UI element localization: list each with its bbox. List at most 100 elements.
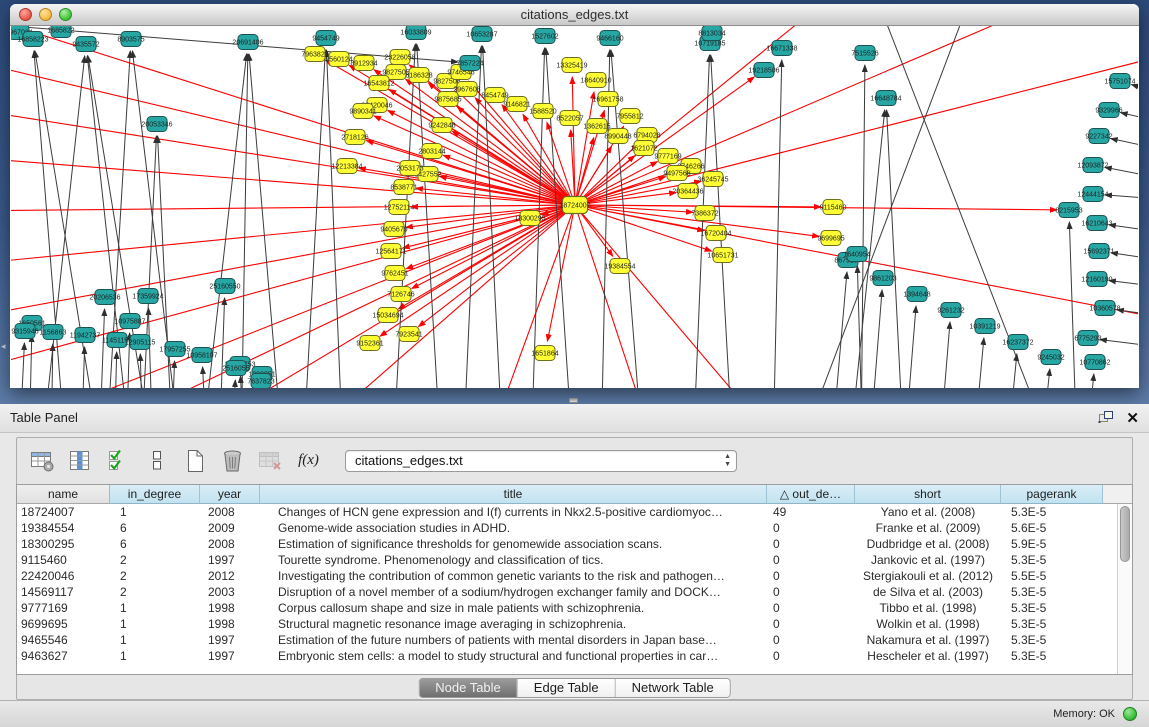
graph-edge[interactable] [311,205,575,388]
graph-edge[interactable] [29,335,32,388]
graph-node[interactable]: 16210643 [1081,216,1112,231]
float-panel-icon[interactable] [1098,410,1114,428]
column-header-out-degree[interactable]: △ out_de… [767,485,855,504]
column-header-in-degree[interactable]: in_degree [110,485,200,504]
graph-edge[interactable] [1109,225,1138,238]
table-mode-icon[interactable] [29,448,56,474]
graph-node[interactable]: 7515526 [851,46,878,61]
table-row[interactable]: 977716911998Corpus callosum shape and si… [17,600,1132,616]
graph-node[interactable]: 8215953 [1055,203,1082,218]
graph-edge[interactable] [463,46,481,388]
tab-edge-table[interactable]: Edge Table [518,679,616,697]
graph-edge[interactable] [1007,354,1017,388]
graph-node[interactable]: 2803144 [418,144,445,159]
graph-node[interactable]: 16961758 [592,92,623,107]
graph-edge[interactable] [140,354,143,388]
graph-node[interactable]: 15034694 [372,308,403,323]
graph-node[interactable]: 18724007 [559,197,590,214]
graph-edge[interactable] [1069,222,1077,388]
graph-node[interactable]: 7857224 [456,56,483,71]
graph-node[interactable]: 1527602 [531,29,558,44]
delete-table-icon[interactable] [257,448,284,474]
graph-edge[interactable] [303,50,325,388]
graph-edge[interactable] [11,205,575,266]
table-row[interactable]: 969969511998Structural magnetic resonanc… [17,616,1132,632]
graph-node[interactable]: 2053173 [396,161,423,176]
table-selector-dropdown[interactable]: citations_edges.txt ▲▼ [345,450,737,472]
graph-edge[interactable] [973,338,984,388]
graph-node[interactable]: 8903575 [117,32,144,47]
table-row[interactable]: 946362711997Embryonic stem cells: a mode… [17,648,1132,664]
graph-edge[interactable] [398,205,575,309]
scrollbar-thumb[interactable] [1120,506,1130,562]
graph-edge[interactable] [861,65,865,388]
graph-edge[interactable] [1086,374,1094,388]
graph-edge[interactable] [904,306,916,388]
graph-edge[interactable] [114,352,117,388]
graph-edge[interactable] [1121,113,1138,131]
close-panel-icon[interactable]: ✕ [1126,411,1139,427]
panel-divider-handle[interactable] [569,398,578,403]
graph-node[interactable]: 1394648 [903,287,930,302]
graph-node[interactable]: 9115460 [820,200,847,215]
graph-edge[interactable] [141,136,156,388]
graph-node[interactable]: 1588520 [529,104,556,119]
graph-node[interactable]: 7637823 [247,374,274,389]
memory-status-indicator[interactable] [1123,707,1137,721]
graph-node[interactable]: 9315946 [11,324,38,339]
table-row[interactable]: 1872400712008Changes of HCN gene express… [17,504,1132,520]
graph-node[interactable]: 12564171 [375,244,406,259]
graph-node[interactable]: 19218506 [748,63,779,78]
graph-edge[interactable] [19,343,24,388]
graph-node[interactable]: 36245745 [697,172,728,187]
graph-edge[interactable] [939,322,950,388]
graph-edge[interactable] [575,46,1138,205]
network-window[interactable]: citations_edges.txt 79638229560124891293… [10,4,1139,388]
graph-node[interactable]: 9890341 [349,104,376,119]
graph-node[interactable]: 9497568 [663,166,690,181]
graph-node[interactable]: 10975887 [114,314,145,329]
graph-node[interactable]: 12160190 [1081,272,1112,287]
table-row[interactable]: 911546021997Tourette syndrome. Phenomeno… [17,552,1132,568]
graph-edge[interactable] [1100,339,1138,352]
table-row[interactable]: 1456911722003Disruption of a novel membe… [17,584,1132,600]
graph-node[interactable]: 9560124 [325,52,352,67]
graph-node[interactable]: 10653287 [466,27,497,42]
graph-node[interactable]: 9152361 [356,336,383,351]
network-window-titlebar[interactable]: citations_edges.txt [10,4,1139,26]
graph-node[interactable]: 11942737 [70,328,101,343]
graph-node[interactable]: 7126746 [387,287,414,302]
graph-node[interactable]: 12213384 [331,159,362,174]
column-header-title[interactable]: title [260,485,767,504]
graph-node[interactable]: 1362615 [583,119,610,134]
graph-node[interactable]: 10770862 [1079,355,1110,370]
table-row[interactable]: 1830029562008Estimation of significance … [17,536,1132,552]
graph-node[interactable]: 9227342 [1085,129,1112,144]
graph-edge[interactable] [418,205,575,327]
show-columns-icon[interactable] [67,448,94,474]
column-header-pagerank[interactable]: pagerank [1001,485,1103,504]
graph-node[interactable]: 7955812 [616,109,643,124]
graph-edge[interactable] [241,54,248,388]
unselect-all-icon[interactable] [143,448,170,474]
graph-node[interactable]: 16671338 [766,41,797,56]
graph-edge[interactable] [575,205,651,388]
graph-node[interactable]: 2718126 [341,130,368,145]
graph-node[interactable]: 9875685 [434,92,461,107]
table-row[interactable]: 2242004622012Investigating the contribut… [17,568,1132,584]
graph-edge[interactable] [711,55,733,388]
network-canvas[interactable]: 7963822956012489129342322605898275051654… [11,26,1138,388]
graph-node[interactable]: 8990448 [604,129,631,144]
graph-node[interactable]: 1685822 [47,26,74,38]
table-row[interactable]: 946554611997Estimation of the future num… [17,632,1132,648]
graph-edge[interactable] [869,290,882,388]
graph-node[interactable]: 10360578 [1089,301,1120,316]
graph-node[interactable]: 23226058 [384,50,415,65]
graph-node[interactable]: 8454749 [481,88,508,103]
graph-edge[interactable] [1109,280,1138,292]
graph-node[interactable]: 9329966 [1095,103,1122,118]
graph-edge[interactable] [11,26,575,205]
graph-node[interactable]: 8538771 [390,180,417,195]
graph-node[interactable]: 1640954 [843,247,870,262]
graph-node[interactable]: 10651731 [707,248,738,263]
